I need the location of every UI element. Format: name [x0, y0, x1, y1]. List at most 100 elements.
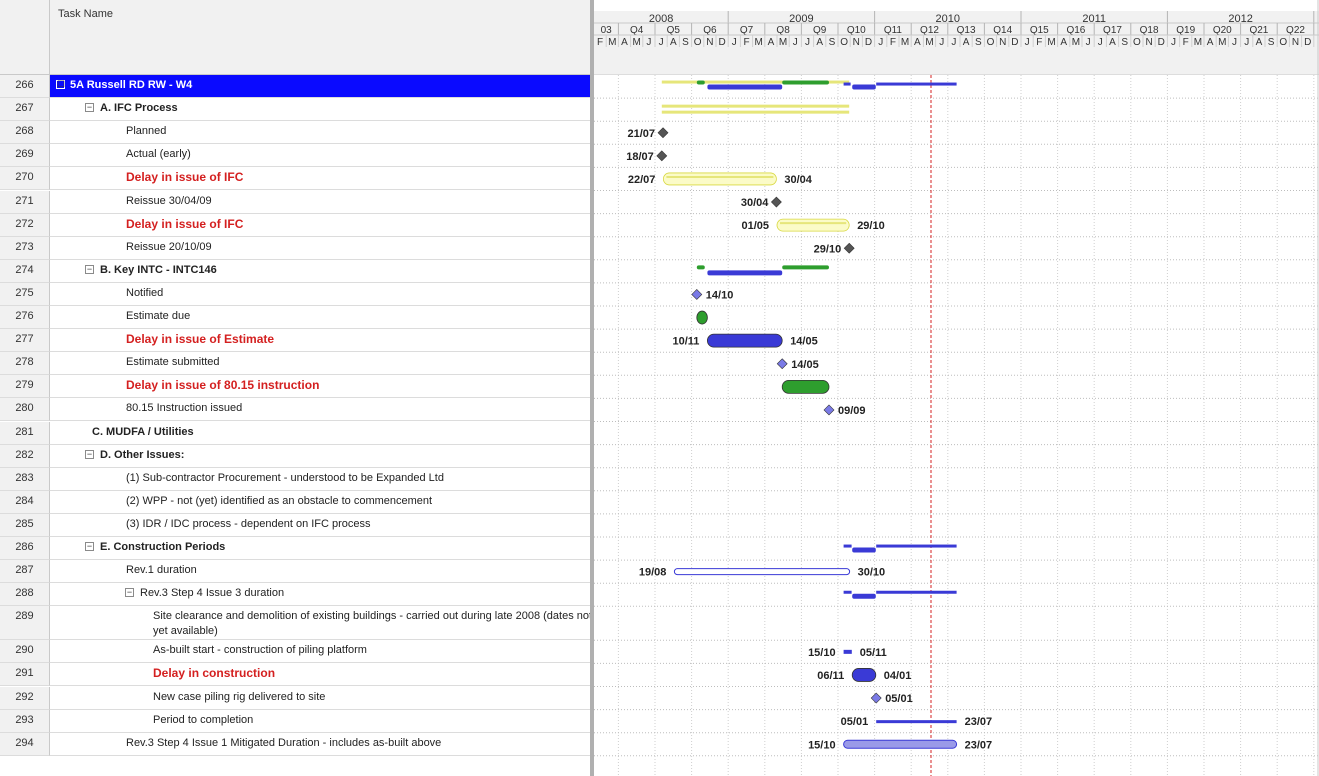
table-row[interactable]: 287 Rev.1 duration — [0, 560, 590, 584]
task-name-cell[interactable]: Actual (early) — [50, 144, 590, 168]
task-name-cell[interactable]: − E. Construction Periods — [50, 537, 590, 561]
quarter-label: Q17 — [1103, 25, 1122, 36]
task-name-cell[interactable]: New case piling rig delivered to site — [50, 687, 590, 710]
collapse-toggle-icon[interactable]: − — [85, 264, 94, 274]
task-name-cell[interactable]: Period to completion — [50, 710, 590, 733]
collapse-toggle-icon[interactable]: − — [85, 542, 94, 551]
table-row[interactable]: 270 Delay in issue of IFC — [0, 167, 590, 191]
checkbox-icon[interactable]: ☐ — [56, 80, 65, 89]
task-bar[interactable] — [851, 668, 877, 682]
baseline-bar[interactable] — [673, 568, 851, 576]
task-name-cell[interactable]: − D. Other Issues: — [50, 445, 590, 468]
table-row[interactable]: 290 As-built start - construction of pili… — [0, 640, 590, 664]
table-row[interactable]: 285 (3) IDR / IDC process - dependent on … — [0, 513, 590, 537]
task-name-cell[interactable]: (3) IDR / IDC process - dependent on IFC… — [50, 514, 590, 537]
month-letter: A — [1207, 37, 1214, 48]
task-name-cell[interactable]: Rev.1 duration — [50, 560, 590, 584]
task-name-cell[interactable]: (2) WPP - not (yet) identified as an obs… — [50, 491, 590, 514]
table-row[interactable]: 272 Delay in issue of IFC — [0, 213, 590, 237]
table-row[interactable]: 277 Delay in issue of Estimate — [0, 329, 590, 353]
table-row[interactable]: 294 Rev.3 Step 4 Issue 1 Mitigated Durati… — [0, 732, 590, 756]
table-row[interactable]: 291 Delay in construction — [0, 663, 590, 687]
summary-blue-bar[interactable] — [852, 84, 876, 90]
task-name-cell[interactable]: Rev.3 Step 4 Issue 1 Mitigated Duration … — [50, 733, 590, 756]
task-name-cell[interactable]: − Rev.3 Step 4 Issue 3 duration — [50, 583, 590, 607]
summary-blue-line[interactable] — [876, 82, 957, 86]
table-row[interactable]: 273 Reissue 20/10/09 — [0, 236, 590, 260]
table-row[interactable]: 293 Period to completion — [0, 709, 590, 733]
summary-blue-mark[interactable] — [843, 82, 851, 86]
summary-blue-bar[interactable] — [707, 270, 783, 276]
bar-date-label: 21/07 — [627, 128, 655, 140]
summary-blue-bar[interactable] — [852, 547, 876, 553]
table-row[interactable]: 280 80.15 Instruction issued — [0, 398, 590, 422]
summary-blue-bar[interactable] — [852, 593, 876, 599]
table-row[interactable]: 279 Delay in issue of 80.15 instruction — [0, 375, 590, 399]
table-row[interactable]: 283 (1) Sub-contractor Procurement - unde… — [0, 467, 590, 491]
table-row[interactable]: 278 Estimate submitted — [0, 352, 590, 376]
delay-bar[interactable] — [663, 172, 777, 186]
task-name-cell[interactable]: Delay in issue of IFC — [50, 214, 590, 237]
task-name-cell[interactable]: Notified — [50, 283, 590, 306]
table-row[interactable]: 282− D. Other Issues: — [0, 444, 590, 468]
table-row[interactable]: 267− A. IFC Process — [0, 98, 590, 122]
delay-bar[interactable] — [776, 218, 850, 232]
table-row[interactable]: 292 New case piling rig delivered to site — [0, 686, 590, 710]
summary-green-mark[interactable] — [696, 265, 705, 270]
summary-blue-mark[interactable] — [843, 590, 852, 594]
task-name-cell[interactable]: Planned — [50, 121, 590, 145]
table-row[interactable]: 266 ☐ 5A Russell RD RW - W4 — [0, 75, 590, 99]
table-row[interactable]: 271 Reissue 30/04/09 — [0, 190, 590, 214]
id-column-header[interactable] — [0, 0, 50, 75]
task-name-cell[interactable]: Delay in issue of Estimate — [50, 329, 590, 353]
table-row[interactable]: 274− B. Key INTC - INTC146 — [0, 259, 590, 283]
task-name-cell[interactable]: Delay in issue of IFC — [50, 167, 590, 191]
task-name-cell[interactable]: C. MUDFA / Utilities — [50, 422, 590, 445]
task-name-cell[interactable]: ☐ 5A Russell RD RW - W4 — [50, 75, 590, 99]
task-name-cell[interactable]: (1) Sub-contractor Procurement - underst… — [50, 468, 590, 491]
summary-blue-line[interactable] — [876, 590, 957, 594]
month-letter: O — [1133, 37, 1141, 48]
task-name-cell[interactable]: Delay in construction — [50, 663, 590, 687]
task-name-column-header[interactable]: Task Name — [58, 8, 113, 20]
task-bar[interactable] — [843, 649, 852, 654]
task-name-label: Period to completion — [153, 713, 254, 726]
task-name-cell[interactable]: Estimate submitted — [50, 352, 590, 376]
summary-blue-mark[interactable] — [843, 544, 852, 548]
collapse-toggle-icon[interactable]: − — [85, 449, 94, 459]
task-name-cell[interactable]: Delay in issue of 80.15 instruction — [50, 375, 590, 399]
task-name-cell[interactable]: Estimate due — [50, 306, 590, 330]
table-row[interactable]: 269 Actual (early) — [0, 144, 590, 168]
summary-blue-bar[interactable] — [707, 84, 783, 90]
task-name-cell[interactable]: Reissue 30/04/09 — [50, 191, 590, 214]
summary-green-bar[interactable] — [782, 80, 829, 85]
task-name-cell[interactable]: As-built start - construction of piling … — [50, 640, 590, 664]
task-name-cell[interactable]: Reissue 20/10/09 — [50, 237, 590, 260]
table-row[interactable]: 281 C. MUDFA / Utilities — [0, 421, 590, 445]
task-name-cell[interactable]: 80.15 Instruction issued — [50, 398, 590, 422]
summary-blue-line[interactable] — [876, 544, 957, 548]
task-name-cell[interactable]: Site clearance and demolition of existin… — [50, 606, 592, 641]
task-name-cell[interactable]: − A. IFC Process — [50, 98, 590, 122]
task-bar[interactable] — [707, 333, 783, 348]
table-row[interactable]: 286− E. Construction Periods — [0, 537, 590, 561]
task-bar[interactable] — [876, 720, 957, 724]
task-bar[interactable] — [696, 310, 708, 325]
table-row[interactable]: 276 Estimate due — [0, 306, 590, 330]
table-row[interactable]: 284 (2) WPP - not (yet) identified as an … — [0, 490, 590, 514]
table-row[interactable]: 275 Notified — [0, 282, 590, 306]
summary-yellow-bar[interactable] — [661, 110, 850, 114]
summary-yellow-bar[interactable] — [661, 104, 850, 108]
table-row[interactable]: 268 Planned — [0, 121, 590, 145]
table-row[interactable]: 288− Rev.3 Step 4 Issue 3 duration — [0, 583, 590, 607]
mitigated-bar[interactable] — [843, 739, 958, 749]
table-row[interactable]: 289 Site clearance and demolition of exis… — [0, 606, 592, 641]
quarter-label: Q11 — [884, 25, 903, 36]
collapse-toggle-icon[interactable]: − — [85, 103, 94, 113]
collapse-toggle-icon[interactable]: − — [125, 588, 134, 598]
task-bar[interactable] — [781, 379, 830, 394]
summary-green-mark[interactable] — [696, 80, 705, 85]
quarter-label: Q6 — [703, 25, 717, 36]
summary-green-bar[interactable] — [782, 265, 829, 270]
task-name-cell[interactable]: − B. Key INTC - INTC146 — [50, 260, 590, 283]
